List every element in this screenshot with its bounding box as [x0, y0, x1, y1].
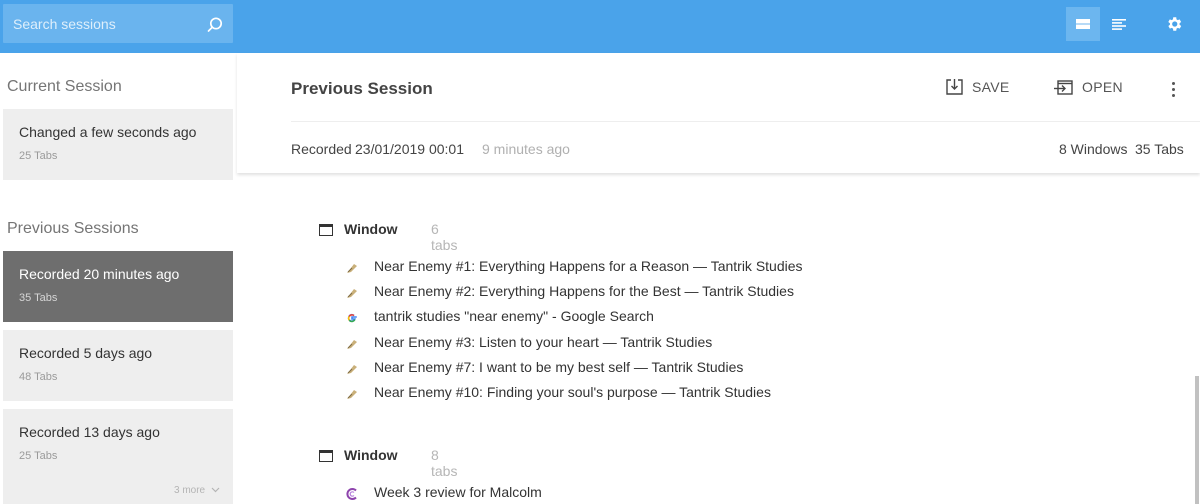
recorded-label: Recorded	[291, 141, 352, 157]
tab-title: Near Enemy #7: I want to be my best self…	[374, 358, 744, 375]
detail-view-button[interactable]	[1102, 7, 1136, 41]
window-label: Window	[344, 447, 398, 463]
c-favicon-icon	[346, 488, 357, 500]
tab-title: Week 3 review for Malcolm	[374, 484, 542, 500]
tantrik-favicon-icon	[347, 389, 357, 399]
session-tab-count: 25 Tabs	[19, 450, 58, 462]
gear-icon	[1168, 17, 1182, 31]
session-detail: Previous Session SAVE OPEN Recorded 23/0…	[237, 53, 1200, 504]
list-view-icon	[1076, 19, 1090, 29]
tantrik-favicon-icon	[347, 264, 357, 273]
save-button[interactable]: SAVE	[946, 79, 1010, 95]
google-favicon-icon	[347, 314, 357, 323]
chevron-down-icon	[211, 487, 220, 493]
sidebar: Current Session Changed a few seconds ag…	[0, 53, 237, 504]
tab-title: Near Enemy #2: Everything Happens for th…	[374, 283, 794, 300]
window-icon	[319, 224, 333, 236]
session-tab-count: 48 Tabs	[19, 371, 58, 383]
open-icon	[1054, 79, 1073, 95]
previous-session-card[interactable]: Recorded 20 minutes ago 35 Tabs	[3, 251, 233, 322]
more-options-icon[interactable]	[1165, 77, 1181, 101]
session-title: Recorded 20 minutes ago	[19, 266, 180, 282]
save-label: SAVE	[972, 79, 1010, 95]
window-tab-count: 8 tabs	[431, 447, 458, 479]
search-box[interactable]	[3, 4, 233, 43]
tab-title: Near Enemy #1: Everything Happens for a …	[374, 258, 803, 274]
settings-button[interactable]	[1158, 8, 1190, 40]
scrollbar[interactable]	[1195, 376, 1199, 504]
current-session-card[interactable]: Changed a few seconds ago 25 Tabs	[3, 109, 233, 180]
session-title: Recorded 13 days ago	[19, 424, 160, 440]
tab-title: Near Enemy #3: Listen to your heart — Ta…	[374, 333, 713, 350]
session-header: Previous Session SAVE OPEN Recorded 23/0…	[237, 53, 1200, 173]
tantrik-favicon-icon	[347, 364, 357, 374]
previous-session-card[interactable]: Recorded 13 days ago 25 Tabs 3 more	[3, 409, 233, 504]
session-tab-count: 25 Tabs	[19, 150, 58, 162]
tantrik-favicon-icon	[347, 339, 357, 349]
open-button[interactable]: OPEN	[1054, 79, 1123, 95]
show-more-link[interactable]: 3 more	[174, 485, 220, 496]
page-title: Previous Session	[291, 79, 433, 98]
window-label: Window	[344, 221, 398, 237]
search-icon[interactable]	[206, 16, 224, 34]
open-label: OPEN	[1082, 79, 1123, 95]
tab-title: Near Enemy #10: Finding your soul's purp…	[374, 383, 771, 400]
recorded-ago: 9 minutes ago	[482, 141, 570, 157]
tantrik-favicon-icon	[347, 289, 357, 299]
window-tab-count: 6 tabs	[431, 221, 458, 253]
session-title: Recorded 5 days ago	[19, 345, 153, 361]
window-icon	[319, 450, 333, 462]
previous-sessions-heading: Previous Sessions	[7, 220, 139, 237]
recorded-date: 23/01/2019 00:01	[355, 141, 464, 157]
save-icon	[946, 79, 963, 95]
session-tab-count: 35 Tabs	[19, 292, 58, 304]
detail-view-icon	[1112, 18, 1126, 30]
windows-count: 8 Windows	[1059, 141, 1128, 157]
show-more-label: 3 more	[174, 485, 206, 496]
session-title: Changed a few seconds ago	[19, 124, 197, 140]
previous-session-card[interactable]: Recorded 5 days ago 48 Tabs	[3, 330, 233, 401]
search-input[interactable]	[3, 4, 193, 43]
header-divider	[291, 121, 1200, 122]
list-view-button[interactable]	[1066, 7, 1100, 41]
current-session-heading: Current Session	[7, 78, 122, 95]
top-bar	[0, 0, 1200, 53]
tabs-count: 35 Tabs	[1135, 141, 1184, 157]
tab-title: tantrik studies "near enemy" - Google Se…	[374, 308, 654, 325]
